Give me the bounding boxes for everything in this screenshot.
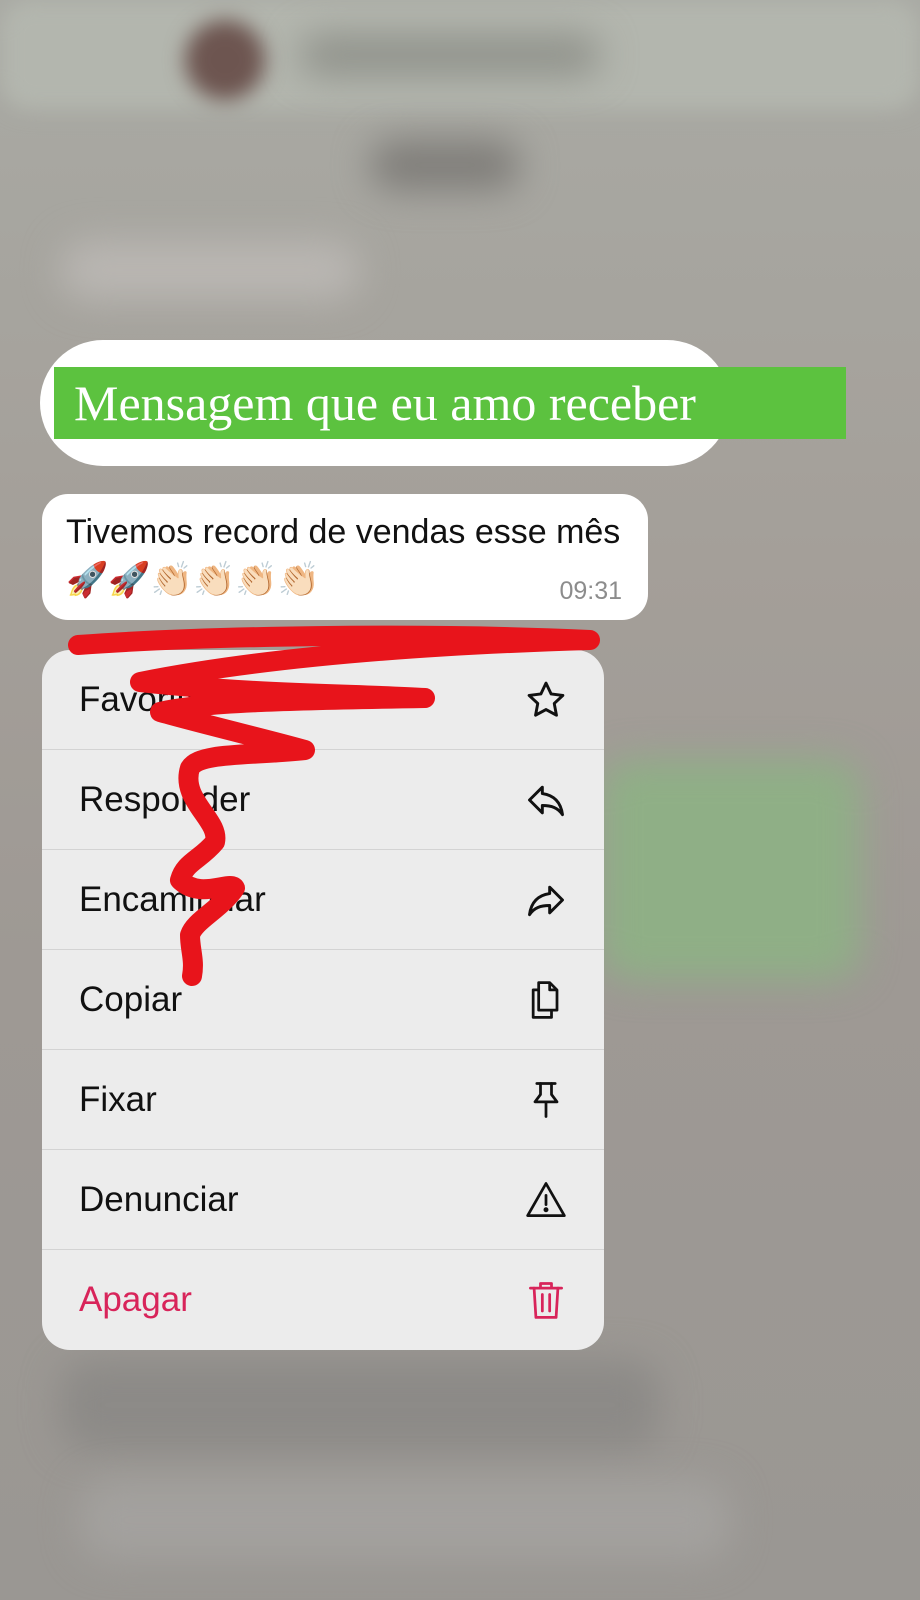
menu-item-label: Fixar (79, 1079, 157, 1119)
message-blurred (80, 1480, 730, 1560)
menu-item-denunciar[interactable]: Denunciar (42, 1150, 604, 1250)
forward-icon (524, 878, 568, 922)
avatar (185, 20, 265, 100)
trash-icon (524, 1278, 568, 1322)
menu-item-copiar[interactable]: Copiar (42, 950, 604, 1050)
menu-item-apagar[interactable]: Apagar (42, 1250, 604, 1350)
warning-icon (524, 1178, 568, 1222)
message-blurred (60, 240, 360, 300)
menu-item-label: Responder (79, 779, 251, 819)
menu-item-label: Favoritar (79, 679, 218, 719)
menu-item-responder[interactable]: Responder (42, 750, 604, 850)
date-chip-blurred (370, 140, 520, 190)
menu-item-label: Apagar (79, 1280, 192, 1319)
message-blurred (60, 1360, 660, 1450)
menu-item-favoritar[interactable]: Favoritar (42, 650, 604, 750)
pin-icon (524, 1078, 568, 1122)
message-time: 09:31 (559, 577, 622, 605)
message-bubble[interactable]: Tivemos record de vendas esse mês 🚀🚀👏🏻👏🏻… (42, 494, 648, 620)
outgoing-message-blurred (600, 760, 860, 980)
message-text: Tivemos record de vendas esse mês 🚀🚀👏🏻👏🏻… (66, 513, 621, 599)
menu-item-label: Encaminhar (79, 879, 266, 919)
star-icon (524, 678, 568, 722)
menu-item-fixar[interactable]: Fixar (42, 1050, 604, 1150)
copy-icon (524, 978, 568, 1022)
menu-item-label: Copiar (79, 979, 183, 1019)
menu-item-label: Denunciar (79, 1179, 239, 1219)
contact-name-blurred (300, 35, 600, 75)
reply-icon (524, 778, 568, 822)
context-menu: Favoritar Responder Encaminhar Copiar Fi… (42, 650, 604, 1350)
menu-item-encaminhar[interactable]: Encaminhar (42, 850, 604, 950)
caption-text: Mensagem que eu amo receber (54, 367, 846, 439)
